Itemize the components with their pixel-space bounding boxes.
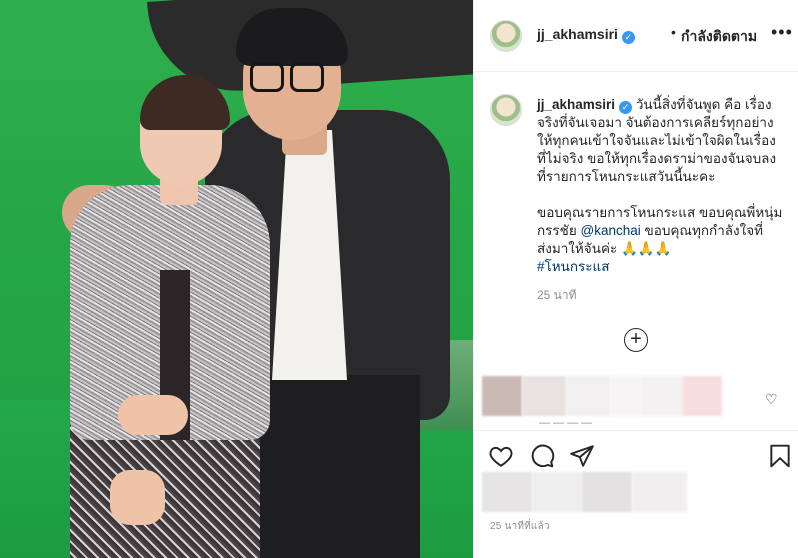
glasses-right-lens <box>290 62 324 92</box>
caption-line: jj_akhamsiri ✓ วันนี้สิ่งที่จันพูด คือ เร… <box>537 96 783 114</box>
truncated-text: — — — — <box>539 417 593 425</box>
blurred-comment <box>474 372 798 422</box>
woman-skirt <box>70 420 260 558</box>
caption-thanks-line-1: ขอบคุณรายการโหนกระแส ขอบคุณพี่หนุ่ม <box>537 205 783 220</box>
caption-time: 25 นาที <box>537 288 577 302</box>
post-header: jj_akhamsiri ✓ • กำลังติดตาม ••• <box>474 0 798 72</box>
caption-avatar[interactable] <box>490 94 522 126</box>
mention-link[interactable]: @kanchai <box>581 223 641 238</box>
post-side-panel: jj_akhamsiri ✓ • กำลังติดตาม ••• jj_akham… <box>473 0 798 558</box>
blurred-text-4 <box>640 376 682 416</box>
blurred-avatar <box>482 376 522 416</box>
man-pants <box>245 375 420 558</box>
woman-lower-hand <box>110 470 165 525</box>
avatar[interactable] <box>490 20 522 52</box>
verified-badge-icon: ✓ <box>621 31 635 44</box>
post-timestamp[interactable]: 25 นาทีที่แล้ว <box>490 519 550 534</box>
blurred-like-2 <box>532 472 582 512</box>
caption-text: jj_akhamsiri ✓ วันนี้สิ่งที่จันพูด คือ เร… <box>537 96 783 304</box>
caption-line-3: ให้ทุกคนเข้าใจจันและไม่เข้าใจผิดในเรื่อง <box>537 133 776 148</box>
caption-thanks-prefix: กรรชัย <box>537 223 581 238</box>
caption-line-5: ที่รายการโหนกระแสวันนี้นะคะ <box>537 169 716 184</box>
blurred-like-3 <box>582 472 632 512</box>
following-button[interactable]: กำลังติดตาม <box>681 26 757 48</box>
blurred-text-3 <box>610 376 640 416</box>
blurred-text-2 <box>566 376 610 416</box>
heart-icon[interactable] <box>488 443 514 469</box>
header-username[interactable]: jj_akhamsiri ✓ <box>537 26 635 44</box>
caption-line-4: ที่ไม่จริง ขอให้ทุกเรื่องดราม่าของจันจบล… <box>537 151 777 166</box>
heart-outline-icon[interactable]: ♡ <box>765 391 778 408</box>
username-text[interactable]: jj_akhamsiri <box>537 26 618 42</box>
caption-thanks-line-2: กรรชัย @kanchai ขอบคุณทุกกำลังใจที่ <box>537 222 783 240</box>
glasses-left-lens <box>250 62 284 92</box>
woman-hands <box>118 395 188 435</box>
hashtag-link[interactable]: #โหนกระแส <box>537 258 783 276</box>
post-photo[interactable] <box>0 0 473 558</box>
more-options-icon[interactable]: ••• <box>771 22 793 43</box>
caption-block: jj_akhamsiri ✓ วันนี้สิ่งที่จันพูด คือ เร… <box>474 72 798 370</box>
caption-username[interactable]: jj_akhamsiri <box>537 97 615 112</box>
caption-line-2: จริงที่จันเจอมา จันต้องการเคลียร์ทุกอย่า… <box>537 115 774 130</box>
verified-badge-icon: ✓ <box>619 101 633 114</box>
share-icon[interactable] <box>569 443 595 469</box>
comment-icon[interactable] <box>529 443 555 469</box>
bookmark-icon[interactable] <box>767 443 793 469</box>
plus-circle-icon[interactable]: + <box>624 328 648 352</box>
caption-thanks-suffix: ขอบคุณทุกกำลังใจที่ <box>640 223 764 238</box>
blurred-like-1 <box>482 472 532 512</box>
blurred-likes <box>482 472 687 512</box>
blurred-text-5 <box>682 376 722 416</box>
caption-thanks-line-3: ส่งมาให้จันค่ะ 🙏🙏🙏 <box>537 241 672 256</box>
blurred-like-4 <box>632 472 687 512</box>
caption-line-1: วันนี้สิ่งที่จันพูด คือ เรื่อง <box>635 97 772 112</box>
blurred-text-1 <box>522 376 566 416</box>
separator-dot: • <box>671 24 676 40</box>
